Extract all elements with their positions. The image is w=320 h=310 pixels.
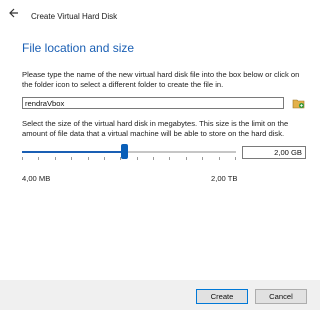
folder-icon[interactable] xyxy=(292,96,306,110)
slider-tick xyxy=(38,157,39,160)
file-location-input[interactable] xyxy=(22,97,284,109)
slider-fill xyxy=(22,151,125,153)
page-title: File location and size xyxy=(22,41,135,55)
size-slider[interactable] xyxy=(22,144,236,160)
slider-tick xyxy=(71,157,72,160)
slider-tick xyxy=(22,157,23,160)
window-title: Create Virtual Hard Disk xyxy=(31,12,118,21)
title-bar: Create Virtual Hard Disk xyxy=(0,0,320,30)
slider-tick xyxy=(202,157,203,160)
dialog-content: File location and size Please type the n… xyxy=(0,30,320,280)
slider-tick xyxy=(186,157,187,160)
slider-tick xyxy=(120,157,121,160)
size-input[interactable] xyxy=(242,146,306,159)
max-size-label: 2,00 TB xyxy=(211,174,238,183)
slider-tick xyxy=(219,157,220,160)
dialog-footer: Create Cancel xyxy=(0,280,320,310)
slider-tick xyxy=(235,157,236,160)
slider-tick xyxy=(153,157,154,160)
back-arrow-icon[interactable] xyxy=(6,6,20,20)
cancel-button[interactable]: Cancel xyxy=(255,289,307,304)
slider-tick xyxy=(104,157,105,160)
slider-tick xyxy=(55,157,56,160)
location-description: Please type the name of the new virtual … xyxy=(22,70,300,89)
min-size-label: 4,00 MB xyxy=(22,174,51,183)
create-button[interactable]: Create xyxy=(196,289,248,304)
size-description: Select the size of the virtual hard disk… xyxy=(22,119,289,138)
slider-tick xyxy=(88,157,89,160)
slider-tick xyxy=(169,157,170,160)
slider-thumb[interactable] xyxy=(121,144,128,159)
slider-tick xyxy=(137,157,138,160)
